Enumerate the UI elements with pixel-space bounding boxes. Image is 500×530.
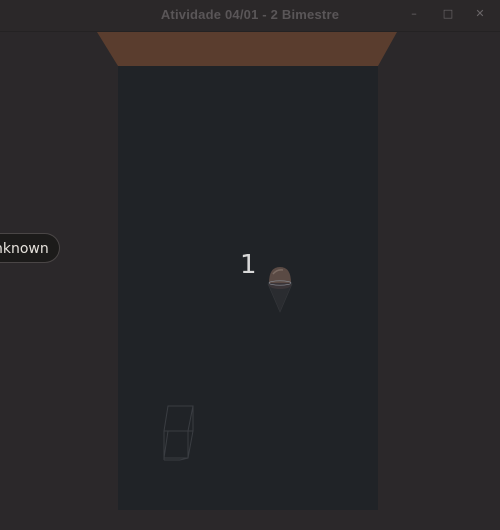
game-floor — [118, 66, 378, 510]
minimize-button[interactable]: – — [404, 4, 424, 24]
status-pill[interactable]: nknown — [0, 233, 60, 263]
window-title: Atividade 04/01 - 2 Bimestre — [160, 7, 340, 22]
game-scene[interactable] — [0, 32, 500, 530]
game-window: Atividade 04/01 - 2 Bimestre – □ ✕ known… — [0, 0, 500, 530]
close-button[interactable]: ✕ — [470, 4, 490, 24]
maximize-button[interactable]: □ — [438, 4, 458, 24]
back-wall — [97, 32, 397, 66]
scene-canvas[interactable] — [0, 32, 500, 530]
title-bar[interactable]: Atividade 04/01 - 2 Bimestre – □ ✕ — [0, 0, 500, 32]
score-counter: 1 — [240, 250, 257, 280]
